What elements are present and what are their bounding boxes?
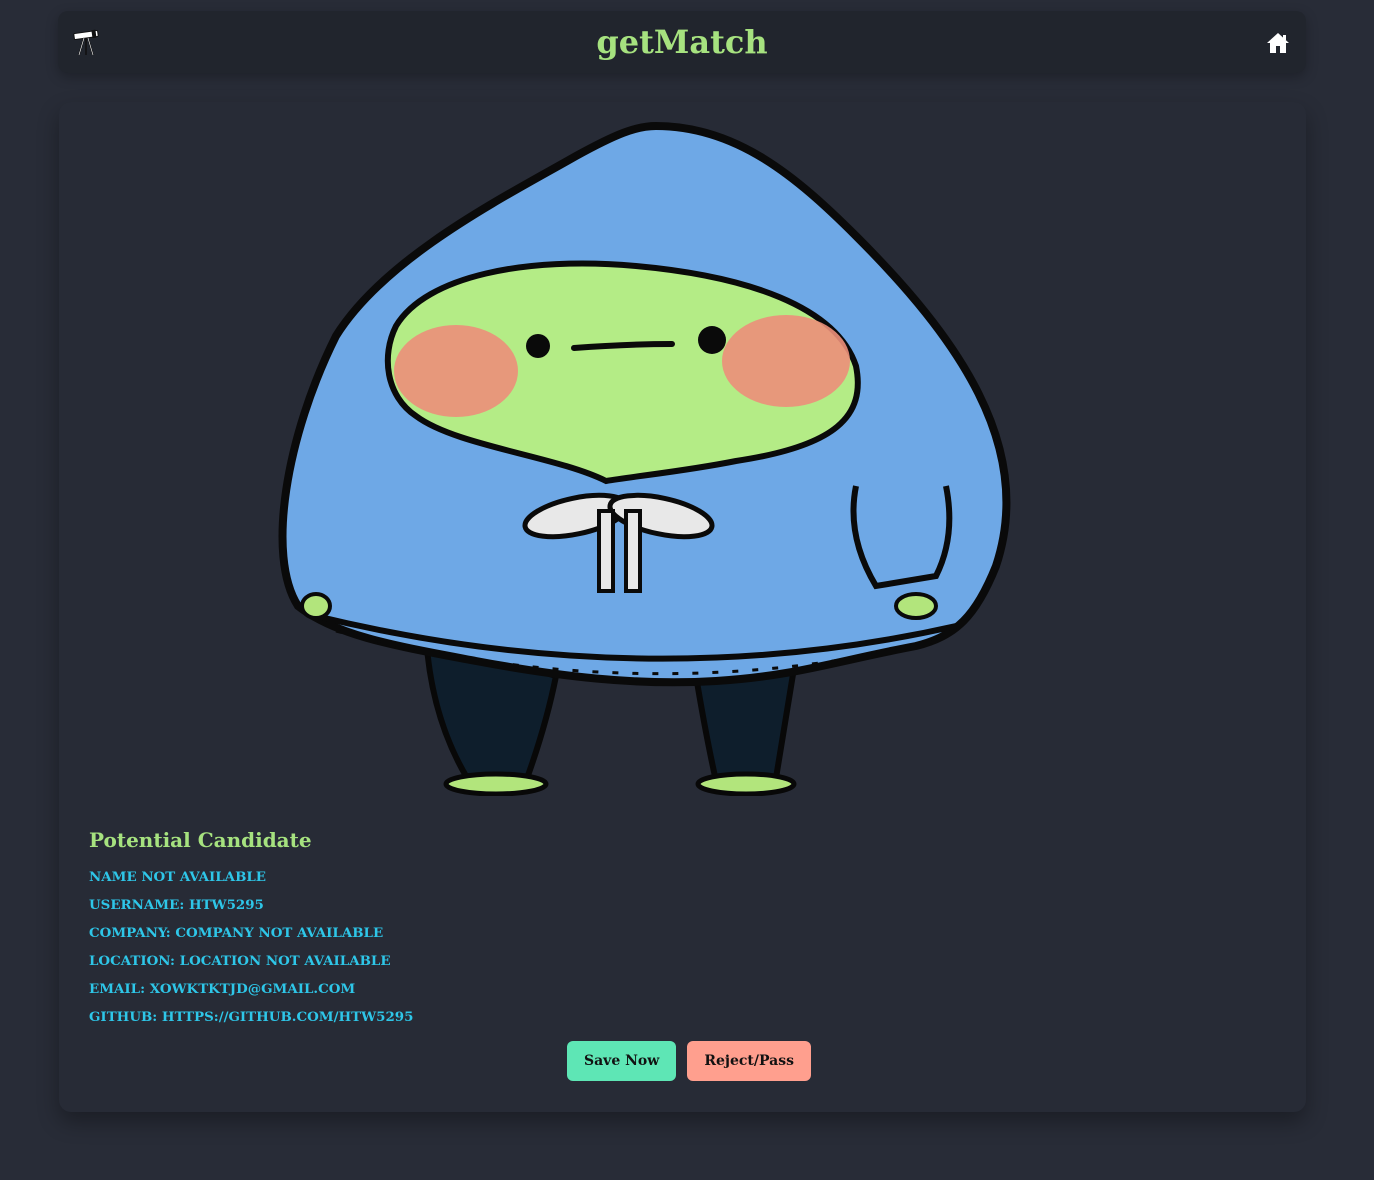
save-now-button[interactable]: Save Now [567, 1041, 677, 1081]
candidate-email: Email: xowktktjd@gmail.com [89, 981, 356, 997]
candidate-info: Potential Candidate Name not available U… [89, 824, 413, 1034]
action-buttons: Save Now Reject/Pass [567, 1041, 817, 1081]
candidate-name: Name not available [89, 869, 267, 885]
app-title: getMatch [596, 23, 768, 61]
navbar: getMatch [58, 11, 1306, 73]
candidate-heading: Potential Candidate [89, 828, 312, 852]
candidate-location: Location: Location not available [89, 953, 391, 969]
candidate-username: Username: htw5295 [89, 897, 264, 913]
candidate-company: Company: Company not available [89, 925, 384, 941]
avatar-illustration [278, 121, 1011, 797]
candidate-github: Github: https://github.com/htw5295 [89, 1009, 414, 1025]
home-icon[interactable] [1266, 31, 1290, 55]
avatar [276, 116, 1036, 797]
reject-pass-button[interactable]: Reject/Pass [687, 1041, 811, 1081]
candidate-card: Potential Candidate Name not available U… [59, 102, 1306, 1112]
